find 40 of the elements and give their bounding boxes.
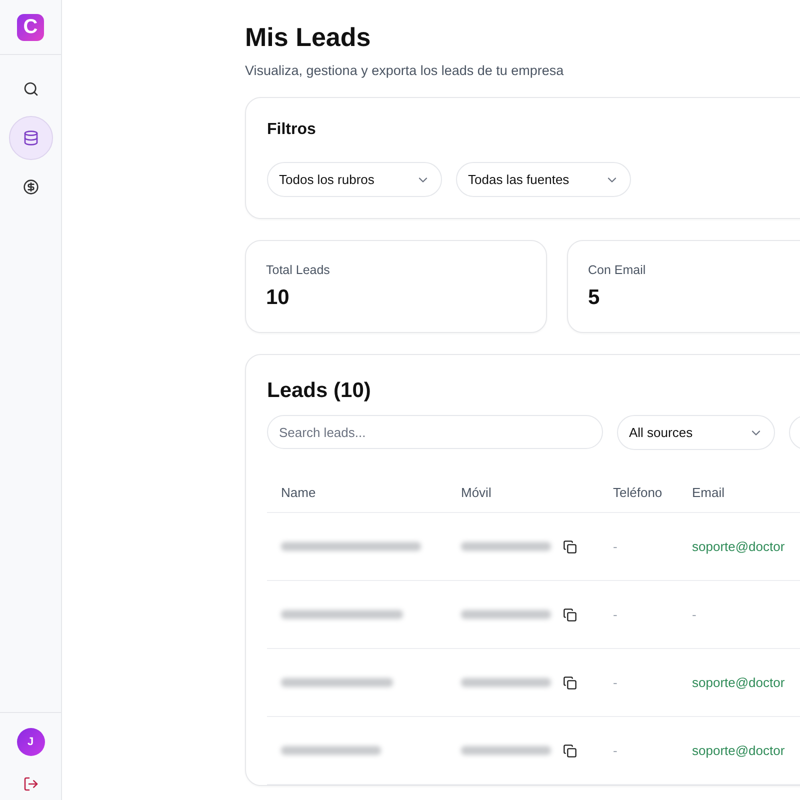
copy-button[interactable] bbox=[563, 608, 577, 622]
column-header: Name bbox=[280, 484, 317, 500]
database-icon bbox=[22, 130, 38, 146]
copy-icon bbox=[563, 676, 577, 690]
table-cell-text: - bbox=[613, 675, 618, 690]
copy-button[interactable] bbox=[563, 540, 577, 554]
app-logo: C bbox=[17, 14, 44, 40]
page-subtitle: Visualiza, gestiona y exporta los leads de tu empresa bbox=[245, 63, 565, 78]
search-icon bbox=[22, 81, 38, 97]
copy-icon bbox=[563, 744, 577, 758]
column-header: Móvil bbox=[461, 484, 492, 500]
table-cell-text: - bbox=[613, 607, 618, 622]
email-cell-text: soporte@doctor bbox=[692, 675, 786, 690]
column-header: Teléfono bbox=[613, 484, 664, 500]
filter-select[interactable]: Todos los rubros bbox=[267, 162, 442, 197]
stat-value: 5 bbox=[588, 286, 601, 310]
source-select[interactable]: All sources bbox=[617, 415, 775, 450]
page-title: Mis Leads bbox=[245, 22, 372, 53]
copy-button[interactable] bbox=[563, 676, 577, 690]
filters-title: Filtros bbox=[267, 121, 317, 139]
nav-database-button[interactable] bbox=[8, 116, 52, 160]
leads-title: Leads (10) bbox=[267, 379, 372, 403]
stat-label: Con Email bbox=[588, 263, 647, 277]
search-field[interactable]: Search leads... bbox=[267, 415, 603, 449]
copy-icon bbox=[563, 540, 577, 554]
email-cell-text: soporte@doctor bbox=[692, 539, 786, 554]
stat-value: 10 bbox=[266, 286, 290, 310]
filter-select[interactable]: Todas las fuentes bbox=[456, 162, 631, 197]
email-cell-text: - bbox=[692, 607, 698, 622]
copy-icon bbox=[563, 608, 577, 622]
email-cell-text: soporte@doctor bbox=[692, 743, 786, 758]
table-cell-text: - bbox=[613, 743, 618, 758]
copy-button[interactable] bbox=[563, 744, 577, 758]
user-avatar[interactable]: J bbox=[16, 728, 44, 756]
logout-icon bbox=[22, 776, 38, 792]
logout-button[interactable] bbox=[22, 776, 38, 792]
stat-label: Total Leads bbox=[266, 263, 331, 277]
table-cell-text: - bbox=[613, 539, 618, 554]
dollar-icon bbox=[22, 179, 38, 195]
column-header: Email bbox=[692, 484, 726, 500]
